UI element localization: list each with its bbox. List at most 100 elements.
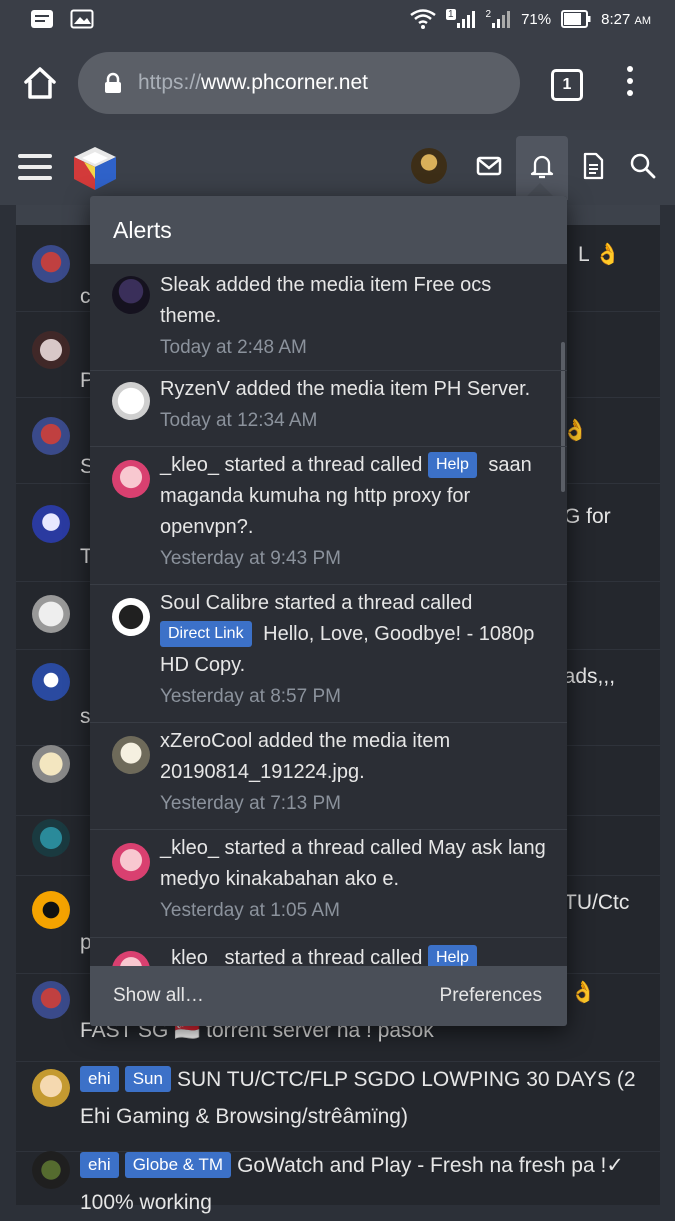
alert-prefix-tag[interactable]: Help xyxy=(427,452,477,478)
thread-prefix-tag[interactable]: ehi xyxy=(80,1066,119,1092)
popup-arrow xyxy=(526,183,554,197)
show-all-link[interactable]: Show all… xyxy=(113,985,204,1007)
search-button[interactable] xyxy=(627,150,659,182)
thread-author-avatar xyxy=(32,745,70,783)
thread-title: ehi Globe & TM GoWatch and Play - Fresh na… xyxy=(80,1147,638,1221)
alert-message[interactable]: Sleak added the media item Free ocs them… xyxy=(160,274,491,327)
thread-author-avatar xyxy=(32,981,70,1019)
alert-message: _kleo_ started a thread called xyxy=(160,454,428,476)
alert-item[interactable]: _kleo_ started a thread called Help saan… xyxy=(90,446,567,585)
alert-item[interactable]: RyzenV added the media item PH Server. T… xyxy=(90,370,567,447)
url-host: www.phcorner.net xyxy=(201,71,368,94)
alert-message[interactable]: RyzenV added the media item PH Server. xyxy=(160,378,530,400)
thread-title: s xyxy=(80,705,91,728)
thread-title: c xyxy=(80,285,91,308)
alert-prefix-tag[interactable]: Direct Link xyxy=(160,621,252,647)
alert-item[interactable]: _kleo_ started a thread called Help xyxy=(90,937,567,966)
thread-author-avatar xyxy=(32,891,70,929)
thread-author-avatar xyxy=(32,505,70,543)
thread-prefix-tag[interactable]: ehi xyxy=(80,1152,119,1178)
clock: 8:27 AM xyxy=(601,11,651,28)
document-icon xyxy=(583,152,604,180)
alerts-popup: Alerts Sleak added the media item Free o… xyxy=(90,196,567,1026)
bell-icon xyxy=(530,155,554,179)
whats-new-button[interactable] xyxy=(577,150,609,182)
thread-title: 👌 xyxy=(570,981,597,1004)
alert-time: Today at 12:34 AM xyxy=(160,410,318,431)
alert-item[interactable]: xZeroCool added the media item 20190814_… xyxy=(90,722,567,830)
alert-prefix-tag[interactable]: Help xyxy=(427,945,477,966)
home-button[interactable] xyxy=(20,63,60,103)
alert-text: Soul Calibre started a thread called Dir… xyxy=(160,588,547,712)
url-scheme: https:// xyxy=(138,71,202,94)
alert-message[interactable]: xZeroCool added the media item 20190814_… xyxy=(160,730,450,783)
alert-time: Yesterday at 1:05 AM xyxy=(160,900,340,921)
browser-toolbar: https://www.phcorner.net 1 xyxy=(0,38,675,130)
thread-title: TU/Ctc xyxy=(564,891,630,914)
thread-author-avatar xyxy=(32,417,70,455)
thread-author-avatar xyxy=(32,819,70,857)
thread-row[interactable]: ehi Globe & TM GoWatch and Play - Fresh na… xyxy=(16,1151,660,1214)
home-icon xyxy=(24,67,56,99)
sim2-signal: 2 xyxy=(486,9,512,29)
signal-icon xyxy=(492,11,511,28)
inbox-button[interactable] xyxy=(473,150,505,182)
battery-percent: 71% xyxy=(521,10,552,28)
thread-title: G for xyxy=(564,505,611,528)
thread-author-avatar xyxy=(32,331,70,369)
thread-author-avatar xyxy=(32,245,70,283)
site-header xyxy=(0,130,675,205)
phcorner-logo-icon[interactable] xyxy=(70,143,120,193)
alert-text: Sleak added the media item Free ocs them… xyxy=(160,270,547,363)
clock-time: 8:27 xyxy=(601,10,631,28)
alerts-popup-footer: Show all… Preferences xyxy=(90,966,567,1026)
battery-icon xyxy=(561,10,591,28)
alert-time: Today at 2:48 AM xyxy=(160,337,307,358)
alert-text: _kleo_ started a thread called May ask l… xyxy=(160,833,547,926)
alert-time: Yesterday at 8:57 PM xyxy=(160,686,341,707)
thread-author-avatar xyxy=(32,1069,70,1107)
thread-row[interactable]: ehi Sun SUN TU/CTC/FLP SGDO LOWPING 30 DAY… xyxy=(16,1061,660,1152)
thread-author-avatar xyxy=(32,1151,70,1189)
thread-author-avatar xyxy=(32,595,70,633)
signal-icon xyxy=(456,11,475,28)
alerts-popup-header: Alerts xyxy=(90,196,567,264)
search-icon xyxy=(630,153,656,179)
alert-avatar xyxy=(112,736,150,774)
envelope-icon xyxy=(476,156,502,176)
url-text: https://www.phcorner.net xyxy=(138,71,368,95)
alert-item[interactable]: _kleo_ started a thread called May ask l… xyxy=(90,829,567,938)
address-bar[interactable]: https://www.phcorner.net xyxy=(78,52,520,114)
alert-avatar xyxy=(112,276,150,314)
thread-prefix-tag[interactable]: Globe & TM xyxy=(124,1152,232,1178)
preferences-link[interactable]: Preferences xyxy=(440,985,542,1007)
thread-title: L 👌 xyxy=(578,243,621,266)
alert-item[interactable]: Soul Calibre started a thread called Dir… xyxy=(90,584,567,723)
sim1-label: 1 xyxy=(445,9,456,20)
alert-time: Yesterday at 9:43 PM xyxy=(160,548,341,569)
alert-time: Yesterday at 7:13 PM xyxy=(160,793,341,814)
hamburger-menu-icon[interactable] xyxy=(18,154,52,184)
alert-avatar xyxy=(112,843,150,881)
wifi-icon xyxy=(410,9,436,29)
user-avatar[interactable] xyxy=(411,148,447,184)
alert-text: _kleo_ started a thread called Help xyxy=(160,943,547,966)
thread-author-avatar xyxy=(32,663,70,701)
thread-title: ehi Sun SUN TU/CTC/FLP SGDO LOWPING 30 DAY… xyxy=(80,1061,638,1135)
browser-menu-button[interactable] xyxy=(620,66,640,106)
alerts-title: Alerts xyxy=(113,217,172,243)
alerts-list: Sleak added the media item Free ocs them… xyxy=(90,264,567,966)
thread-prefix-tag[interactable]: Sun xyxy=(124,1066,171,1092)
lock-icon xyxy=(105,72,121,93)
alert-item[interactable]: Sleak added the media item Free ocs them… xyxy=(90,264,567,371)
alert-text: RyzenV added the media item PH Server. T… xyxy=(160,374,547,436)
sim1-signal: 1 xyxy=(445,9,476,29)
alert-avatar xyxy=(112,951,150,966)
alert-avatar xyxy=(112,460,150,498)
alert-message[interactable]: _kleo_ started a thread called May ask l… xyxy=(160,837,546,890)
alert-message: Soul Calibre started a thread called xyxy=(160,592,473,614)
tab-switcher-button[interactable]: 1 xyxy=(551,69,583,101)
message-notification-icon xyxy=(31,10,53,28)
alert-avatar xyxy=(112,382,150,420)
alert-text: _kleo_ started a thread called Help saan… xyxy=(160,450,547,574)
